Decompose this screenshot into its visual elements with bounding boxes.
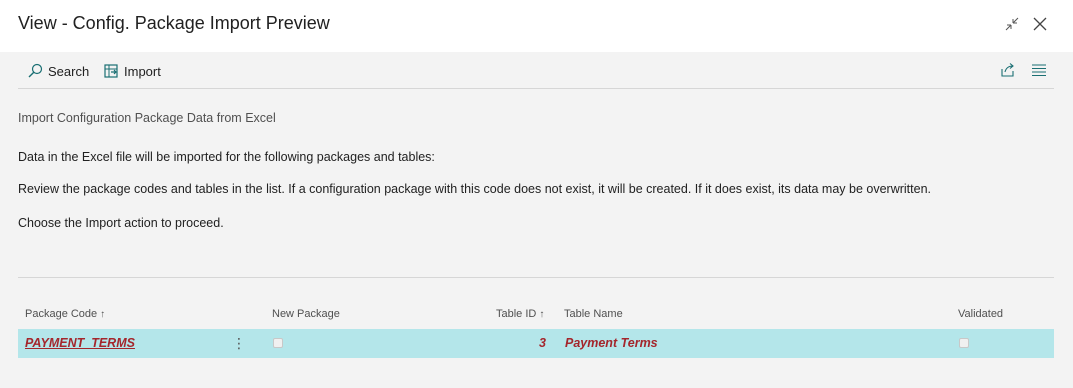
package-code-link[interactable]: PAYMENT_TERMS xyxy=(25,336,135,350)
close-icon[interactable] xyxy=(1030,14,1050,34)
import-button[interactable]: Import xyxy=(103,62,161,80)
table-id-value: 3 xyxy=(539,336,546,350)
search-icon xyxy=(27,63,43,79)
column-header-validated[interactable]: Validated xyxy=(958,308,1003,320)
column-header-label: Table Name xyxy=(564,308,623,320)
list-view-icon[interactable] xyxy=(1031,62,1047,78)
row-menu-icon[interactable]: ⋮ xyxy=(232,335,246,351)
divider xyxy=(18,88,1054,89)
import-label: Import xyxy=(124,63,161,79)
column-header-table-id[interactable]: Table ID ↑ xyxy=(496,308,544,320)
sort-ascending-icon: ↑ xyxy=(539,308,545,320)
table-row[interactable]: PAYMENT_TERMS ⋮ 3 Payment Terms xyxy=(18,329,1054,358)
share-icon[interactable] xyxy=(1000,62,1016,78)
instructions-line-3: Choose the Import action to proceed. xyxy=(18,216,224,230)
instructions-line-2: Review the package codes and tables in t… xyxy=(18,182,931,196)
search-button[interactable]: Search xyxy=(27,62,89,80)
search-label: Search xyxy=(48,63,90,79)
column-header-label: Validated xyxy=(958,308,1004,320)
sort-ascending-icon: ↑ xyxy=(100,308,106,320)
column-header-package-code[interactable]: Package Code ↑ xyxy=(25,308,105,320)
column-header-label: New Package xyxy=(272,308,340,320)
column-header-new-package[interactable]: New Package xyxy=(272,308,340,320)
column-header-label: Package Code xyxy=(25,308,98,320)
instructions-heading: Import Configuration Package Data from E… xyxy=(18,111,276,125)
new-package-checkbox[interactable] xyxy=(273,338,283,348)
dialog-header: View - Config. Package Import Preview xyxy=(0,0,1073,52)
instructions-line-1: Data in the Excel file will be imported … xyxy=(18,150,435,164)
table-name-value: Payment Terms xyxy=(565,336,658,350)
action-bar: Search Import xyxy=(0,52,1073,88)
collapse-icon[interactable] xyxy=(1002,14,1022,34)
dialog-title: View - Config. Package Import Preview xyxy=(18,13,330,33)
import-icon xyxy=(103,63,119,79)
column-header-table-name[interactable]: Table Name xyxy=(564,308,623,320)
column-header-label: Table ID xyxy=(496,308,537,320)
divider xyxy=(18,277,1054,278)
validated-checkbox[interactable] xyxy=(959,338,969,348)
